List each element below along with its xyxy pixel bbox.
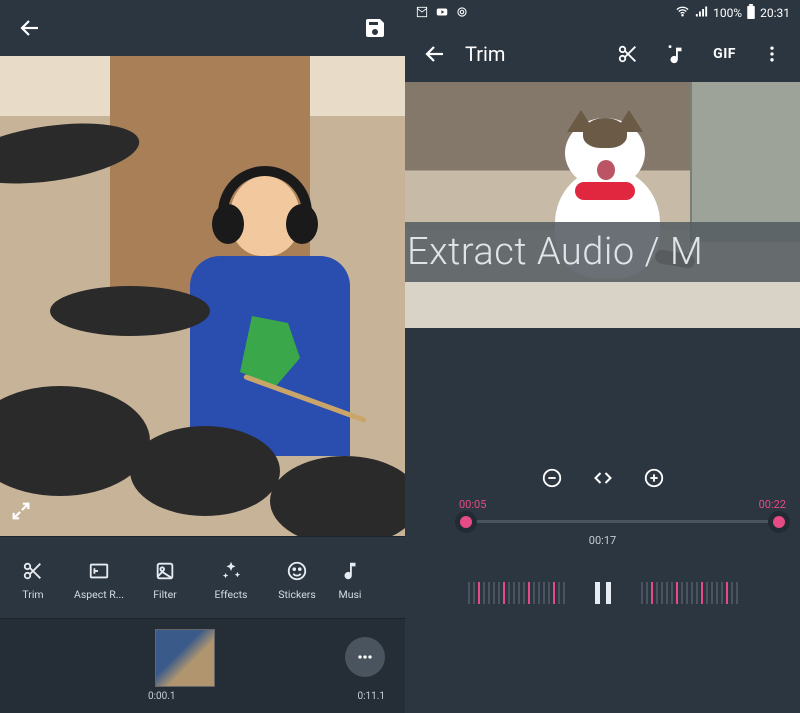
tool-trim[interactable]: Trim (0, 560, 66, 601)
zoom-out-icon[interactable] (541, 467, 563, 489)
youtube-icon (435, 5, 449, 22)
video-preview[interactable] (0, 56, 405, 536)
signal-icon (694, 4, 709, 22)
cast-icon (455, 5, 469, 22)
back-icon[interactable] (423, 42, 447, 66)
trim-preview[interactable]: Extract Audio / M (405, 82, 800, 328)
pause-button[interactable] (595, 582, 611, 604)
overflow-menu-icon[interactable] (762, 44, 782, 64)
zoom-in-icon[interactable] (643, 467, 665, 489)
tool-label: Filter (153, 588, 176, 601)
tool-bar: Trim Aspect R... Filter Effects Stickers… (0, 536, 405, 618)
fullscreen-icon[interactable] (10, 500, 32, 526)
code-icon[interactable] (593, 468, 613, 488)
battery-icon (746, 4, 756, 22)
tool-label: Musi (339, 588, 362, 601)
tool-aspect-ratio[interactable]: Aspect R... (66, 560, 132, 601)
tool-label: Effects (215, 588, 248, 601)
zoom-controls (405, 458, 800, 498)
save-icon[interactable] (363, 16, 387, 40)
tool-label: Stickers (278, 588, 315, 601)
trim-duration: 00:17 (589, 534, 616, 547)
scrub-ticks-left[interactable] (468, 582, 565, 604)
tool-effects[interactable]: Effects (198, 560, 264, 601)
back-icon[interactable] (18, 16, 42, 40)
left-topbar (0, 0, 405, 56)
timeline[interactable]: 0:00.1 0:11.1 (0, 618, 405, 713)
clip-thumbnail[interactable] (155, 629, 215, 687)
right-topbar: Trim GIF (405, 26, 800, 82)
trim-range-slider[interactable]: 00:05 00:22 00:17 (405, 498, 800, 558)
mail-icon (415, 5, 429, 22)
tool-label: Trim (22, 588, 43, 601)
trim-start-time: 00:05 (459, 498, 486, 511)
preview-content-cat (405, 82, 800, 328)
tool-music[interactable]: Musi (330, 560, 370, 601)
trim-handle-start[interactable] (455, 511, 477, 533)
gif-button[interactable]: GIF (713, 46, 736, 62)
screen-title: Trim (465, 42, 599, 66)
trim-end-time: 00:22 (759, 498, 786, 511)
status-bar: 100% 20:31 (405, 0, 800, 26)
more-button[interactable] (345, 637, 385, 677)
scrub-bar (405, 558, 800, 628)
tool-label: Aspect R... (74, 588, 124, 601)
editor-main-screen: Trim Aspect R... Filter Effects Stickers… (0, 0, 405, 713)
scissors-icon[interactable] (617, 43, 639, 65)
clock-time: 20:31 (760, 6, 790, 20)
preview-content-drummer (0, 56, 405, 536)
tool-stickers[interactable]: Stickers (264, 560, 330, 601)
battery-level: 100% (713, 6, 742, 20)
add-music-icon[interactable] (665, 43, 687, 65)
scrub-ticks-right[interactable] (641, 582, 738, 604)
wifi-icon (675, 4, 690, 22)
trim-screen: 100% 20:31 Trim GIF (405, 0, 800, 713)
timeline-end: 0:11.1 (357, 691, 385, 702)
tool-filter[interactable]: Filter (132, 560, 198, 601)
trim-handle-end[interactable] (768, 511, 790, 533)
timeline-start: 0:00.1 (148, 691, 176, 702)
overlay-caption: Extract Audio / M (405, 222, 800, 282)
